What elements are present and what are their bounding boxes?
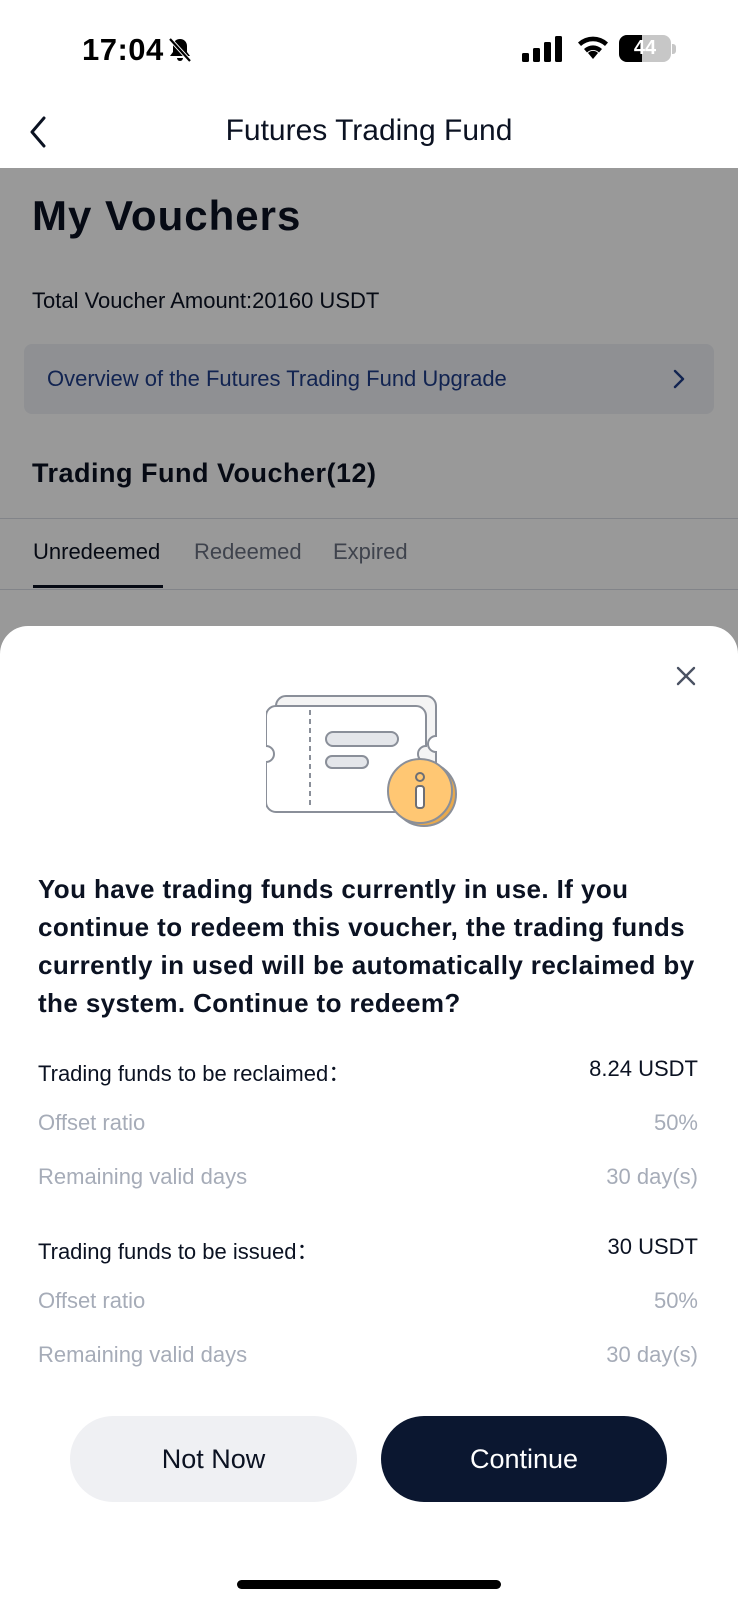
redeem-confirm-sheet: You have trading funds currently in use.… — [0, 626, 738, 1600]
issued-offset-label: Offset ratio — [38, 1288, 146, 1313]
nav-title: Futures Trading Fund — [225, 114, 513, 147]
reclaimed-offset-label: Offset ratio — [38, 1110, 146, 1135]
close-icon[interactable] — [674, 664, 698, 688]
not-now-button[interactable]: Not Now — [70, 1416, 357, 1502]
reclaimed-days-row: Remaining valid days 30 day(s) — [38, 1164, 698, 1196]
nav-bar: Futures Trading Fund — [0, 100, 738, 168]
chevron-left-icon[interactable] — [24, 114, 54, 150]
issued-days-label: Remaining valid days — [38, 1342, 248, 1367]
status-bar: 17:04 44 — [0, 0, 738, 100]
battery-tip — [672, 44, 676, 54]
battery-icon: 44 — [619, 35, 671, 62]
reclaimed-days-value: 30 day(s) — [606, 1164, 698, 1189]
signal-icon — [522, 36, 562, 62]
issued-days-value: 30 day(s) — [606, 1342, 698, 1367]
redeem-warning-message: You have trading funds currently in use.… — [38, 874, 695, 1018]
issued-offset-row: Offset ratio 50% — [38, 1288, 698, 1320]
reclaimed-funds-value: 8.24 USDT — [589, 1056, 698, 1081]
issued-funds-value: 30 USDT — [607, 1234, 698, 1259]
bell-muted-icon — [168, 37, 192, 63]
issued-offset-value: 50% — [653, 1288, 698, 1313]
issued-days-row: Remaining valid days 30 day(s) — [38, 1342, 698, 1374]
wifi-icon — [578, 36, 608, 59]
reclaimed-offset-value: 50% — [653, 1110, 698, 1135]
reclaimed-days-label: Remaining valid days — [38, 1164, 248, 1189]
status-time: 17:04 — [82, 32, 164, 67]
issued-funds-row: Trading funds to be issued： 30 USDT — [38, 1234, 698, 1266]
reclaimed-funds-label: Trading funds to be reclaimed： — [38, 1061, 351, 1086]
voucher-info-icon — [266, 695, 457, 827]
issued-funds-label: Trading funds to be issued： — [38, 1239, 319, 1264]
continue-button[interactable]: Continue — [381, 1416, 667, 1502]
home-indicator — [237, 1580, 501, 1589]
reclaimed-funds-row: Trading funds to be reclaimed： 8.24 USDT — [38, 1056, 698, 1088]
battery-level: 44 — [633, 37, 657, 59]
reclaimed-offset-row: Offset ratio 50% — [38, 1110, 698, 1142]
